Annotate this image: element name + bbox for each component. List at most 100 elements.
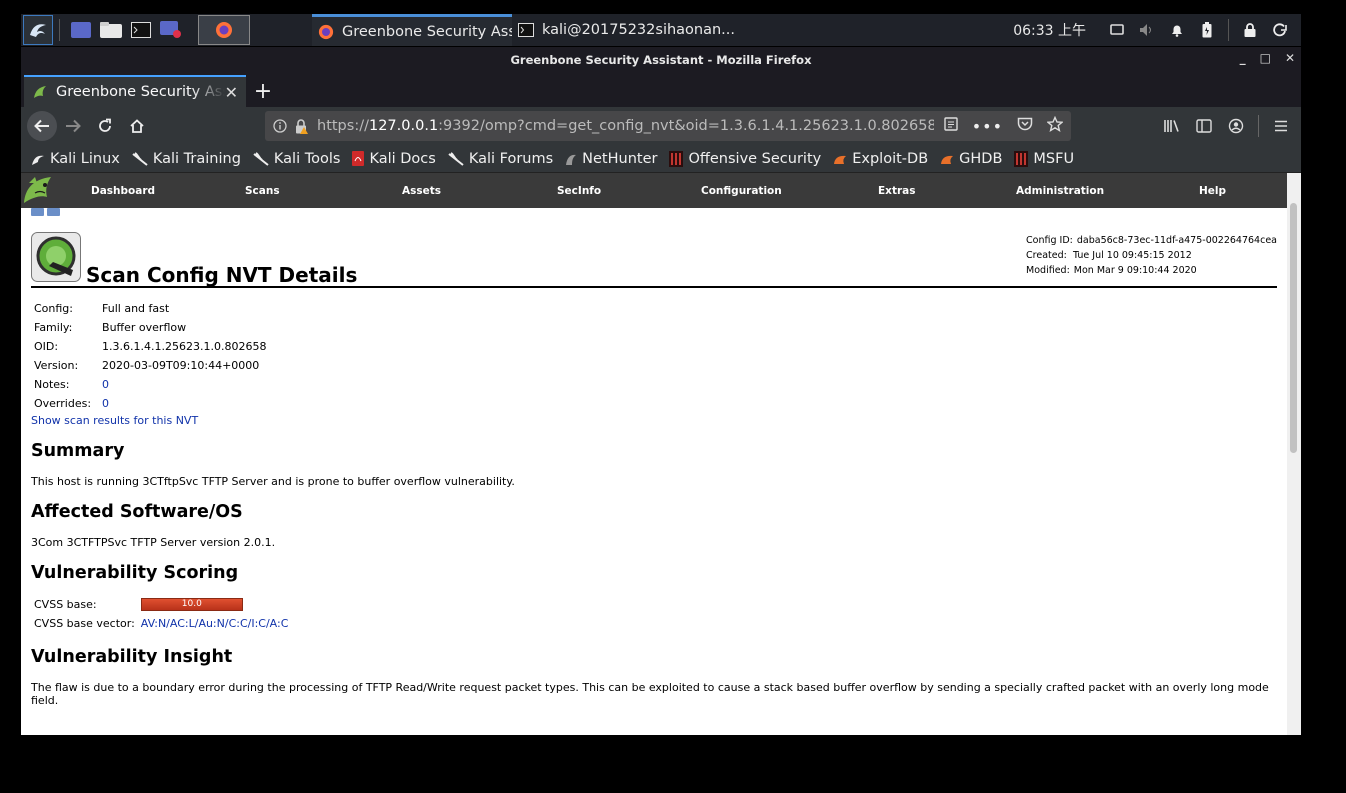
- menu-dashboard[interactable]: Dashboard: [91, 185, 155, 197]
- greenbone-logo-icon[interactable]: [21, 173, 57, 211]
- taskbar-separator: [59, 19, 60, 41]
- detail-label: Config:: [34, 302, 73, 315]
- nvt-details-table: Config: Full and fast Family: Buffer ove…: [31, 299, 269, 413]
- tab-strip: Greenbone Security Assistant ✕ +: [21, 73, 1301, 107]
- notes-count-link[interactable]: 0: [102, 378, 109, 391]
- detail-row-family: Family: Buffer overflow: [31, 318, 269, 337]
- bookmark-star-icon[interactable]: [1046, 115, 1064, 136]
- new-tab-button[interactable]: +: [246, 75, 280, 107]
- overrides-count-link[interactable]: 0: [102, 397, 109, 410]
- url-prefix: https://: [317, 118, 369, 134]
- menu-assets[interactable]: Assets: [402, 185, 441, 197]
- tab-title: Greenbone Security Assistant: [56, 84, 225, 100]
- lock-icon[interactable]: [1235, 23, 1265, 37]
- clock[interactable]: 06:33 上午: [1013, 20, 1086, 40]
- detail-value: 2020-03-09T09:10:44+0000: [102, 359, 260, 372]
- kali-menu-button[interactable]: [23, 15, 53, 45]
- bookmark-label: Kali Training: [152, 150, 241, 167]
- reload-button[interactable]: [89, 110, 121, 142]
- taskbar-task-label: Greenbone Security Assi...: [342, 23, 512, 40]
- menu-button[interactable]: [1265, 110, 1297, 142]
- menu-scans[interactable]: Scans: [245, 185, 280, 197]
- terminal-launcher[interactable]: [129, 20, 153, 40]
- close-window-button[interactable]: ✕: [1285, 51, 1295, 65]
- home-button[interactable]: [121, 110, 153, 142]
- library-button[interactable]: [1156, 110, 1188, 142]
- forward-button[interactable]: [57, 110, 89, 142]
- screen-recorder-launcher[interactable]: [159, 20, 183, 40]
- page-actions-icon[interactable]: •••: [972, 117, 1003, 136]
- modified-label: Modified:: [1026, 265, 1070, 276]
- menu-secinfo[interactable]: SecInfo: [557, 185, 601, 197]
- tray-separator: [1228, 19, 1229, 41]
- account-button[interactable]: [1220, 110, 1252, 142]
- bookmark-exploit-db[interactable]: Exploit-DB: [833, 151, 928, 167]
- page-header: Scan Config NVT Details Config ID: daba56…: [31, 208, 1277, 288]
- bookmark-label: GHDB: [959, 150, 1003, 167]
- detail-row-oid: OID: 1.3.6.1.4.1.25623.1.0.802658: [31, 337, 269, 356]
- bookmark-kali-linux[interactable]: Kali Linux: [31, 151, 120, 167]
- logout-icon[interactable]: [1265, 23, 1295, 37]
- exploit-db-icon: [833, 153, 847, 165]
- menu-extras[interactable]: Extras: [878, 185, 915, 197]
- minimize-button[interactable]: _: [1240, 51, 1246, 65]
- menu-configuration[interactable]: Configuration: [701, 185, 782, 197]
- insecure-lock-icon[interactable]: [295, 118, 309, 134]
- bookmark-msfu[interactable]: MSFU: [1014, 150, 1074, 167]
- library-icon: [1164, 120, 1179, 132]
- firefox-launcher[interactable]: [198, 15, 250, 45]
- created-label: Created:: [1026, 250, 1067, 261]
- bookmark-label: Kali Docs: [369, 150, 436, 167]
- system-tray: 06:33 上午: [1013, 19, 1301, 41]
- window-title: Greenbone Security Assistant - Mozilla F…: [510, 53, 812, 67]
- bookmark-ghdb[interactable]: GHDB: [940, 151, 1002, 167]
- window-titlebar: Greenbone Security Assistant - Mozilla F…: [21, 47, 1301, 73]
- scrollbar-thumb[interactable]: [1290, 203, 1297, 453]
- volume-icon[interactable]: [1132, 23, 1162, 37]
- offsec-icon: [669, 150, 684, 167]
- page-title: Scan Config NVT Details: [86, 263, 358, 287]
- bookmark-nethunter[interactable]: NetHunter: [565, 151, 657, 167]
- cvss-vector-link[interactable]: AV:N/AC:L/Au:N/C:C/I:C/A:C: [141, 617, 289, 630]
- detail-value: 1.3.6.1.4.1.25623.1.0.802658: [102, 340, 267, 353]
- navigation-toolbar: https://127.0.0.1:9392/omp?cmd=get_confi…: [21, 107, 1301, 145]
- pocket-icon[interactable]: [1017, 117, 1033, 135]
- url-host: 127.0.0.1: [368, 118, 439, 134]
- file-manager-launcher[interactable]: [99, 20, 123, 40]
- tab-greenbone[interactable]: Greenbone Security Assistant ✕: [24, 75, 246, 107]
- reader-view-icon[interactable]: [943, 117, 958, 135]
- maximize-button[interactable]: □: [1260, 51, 1271, 65]
- close-tab-icon[interactable]: ✕: [225, 83, 238, 102]
- info-icon[interactable]: [273, 119, 287, 133]
- taskbar-task-terminal[interactable]: kali@20175232sihaonan...: [512, 14, 741, 46]
- show-scan-results-link[interactable]: Show scan results for this NVT: [31, 414, 1277, 427]
- bookmark-kali-docs[interactable]: Kali Docs: [352, 150, 436, 167]
- vulnerability-insight-text: The flaw is due to a boundary error duri…: [31, 681, 1269, 707]
- bookmark-kali-training[interactable]: Kali Training: [132, 151, 241, 167]
- display-icon[interactable]: [1102, 24, 1132, 36]
- notification-bell-icon[interactable]: [1162, 23, 1192, 37]
- bookmark-label: Kali Tools: [273, 150, 341, 167]
- back-button[interactable]: [27, 111, 57, 141]
- bookmark-kali-tools[interactable]: Kali Tools: [253, 150, 341, 167]
- desktop-icon: [71, 22, 91, 38]
- taskbar-task-firefox[interactable]: Greenbone Security Assi...: [312, 14, 512, 46]
- page-scrollbar[interactable]: [1287, 173, 1301, 735]
- created-value: Tue Jul 10 09:45:15 2012: [1073, 250, 1192, 261]
- show-desktop-launcher[interactable]: [69, 20, 93, 40]
- detail-value: Full and fast: [102, 302, 170, 315]
- gsa-main-menu: Dashboard Scans Assets SecInfo Configura…: [21, 173, 1287, 208]
- bookmark-kali-forums[interactable]: Kali Forums: [448, 151, 553, 167]
- sidebar-button[interactable]: [1188, 110, 1220, 142]
- battery-icon[interactable]: [1192, 22, 1222, 38]
- address-bar[interactable]: https://127.0.0.1:9392/omp?cmd=get_confi…: [265, 111, 1071, 141]
- bookmark-offensive-security[interactable]: Offensive Security: [669, 150, 822, 167]
- menu-help[interactable]: Help: [1199, 185, 1226, 197]
- menu-administration[interactable]: Administration: [1016, 185, 1104, 197]
- greenbone-favicon-icon: [34, 86, 46, 98]
- nethunter-icon: [565, 152, 577, 166]
- detail-label: Version:: [34, 359, 79, 372]
- config-id-value: daba56c8-73ec-11df-a475-002264764cea: [1076, 235, 1277, 246]
- detail-row-notes: Notes: 0: [31, 375, 269, 394]
- bookmark-label: Offensive Security: [688, 150, 822, 167]
